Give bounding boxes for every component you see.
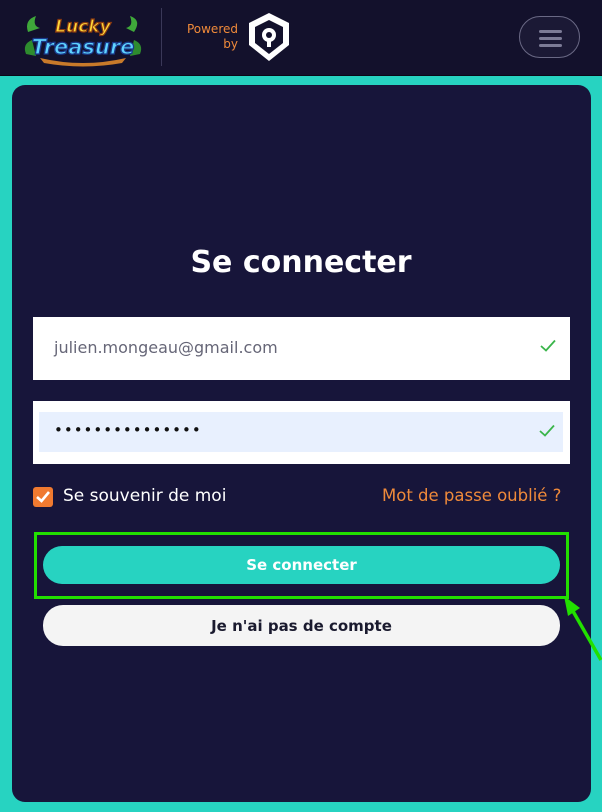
powered-line-2: by [223, 37, 238, 51]
svg-text:Lucky: Lucky [55, 17, 111, 37]
hamburger-menu-icon-line [539, 44, 562, 47]
svg-text:Treasure: Treasure [32, 35, 135, 59]
remember-me-label[interactable]: Se souvenir de moi [63, 486, 226, 506]
menu-button[interactable] [519, 16, 580, 58]
password-value: ••••••••••••••• [54, 421, 202, 439]
login-title: Se connecter [190, 245, 412, 280]
checkmark-icon [36, 491, 50, 503]
login-button[interactable]: Se connecter [43, 546, 560, 584]
shield-lock-logo-icon [249, 13, 289, 61]
powered-by-text: Powered by [176, 22, 238, 52]
forgot-password-link[interactable]: Mot de passe oublié ? [382, 486, 561, 505]
top-header: Lucky Treasure Powered by [0, 0, 602, 76]
hamburger-menu-icon-line [539, 30, 562, 33]
annotation-arrow-icon [564, 596, 602, 661]
email-field[interactable]: julien.mongeau@gmail.com [33, 317, 570, 380]
remember-me-checkbox[interactable] [33, 487, 53, 507]
email-value: julien.mongeau@gmail.com [54, 338, 278, 357]
header-divider [161, 8, 162, 66]
hamburger-menu-icon-line [539, 37, 562, 40]
lucky-treasure-logo[interactable]: Lucky Treasure [22, 10, 144, 68]
password-input[interactable]: ••••••••••••••• [39, 412, 563, 452]
check-icon [539, 424, 555, 437]
no-account-button[interactable]: Je n'ai pas de compte [43, 605, 560, 646]
powered-line-1: Powered [186, 22, 238, 36]
check-icon [540, 339, 556, 352]
password-field[interactable]: ••••••••••••••• [33, 401, 570, 464]
